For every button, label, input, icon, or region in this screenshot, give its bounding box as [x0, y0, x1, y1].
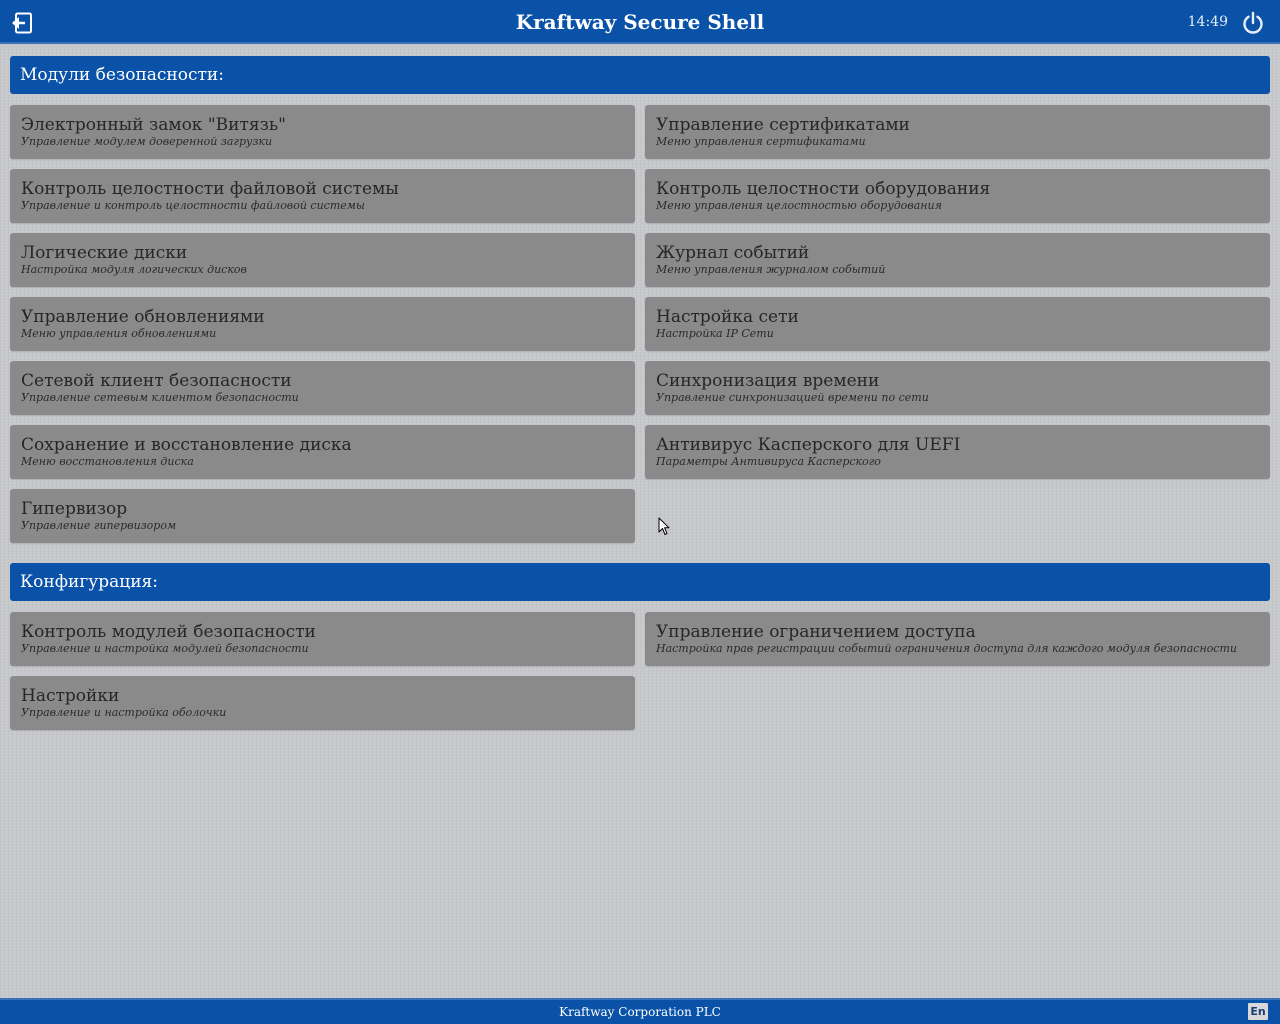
module-hypervisor[interactable]: Гипервизор Управление гипервизором: [10, 489, 635, 543]
tile-title: Сохранение и восстановление диска: [21, 435, 352, 455]
tile-title: Управление ограничением доступа: [656, 622, 976, 642]
module-vityaz-lock[interactable]: Электронный замок "Витязь" Управление мо…: [10, 105, 635, 159]
footer-bar: Kraftway Corporation PLC En: [0, 998, 1280, 1024]
tile-subtitle: Меню управления обновлениями: [21, 327, 217, 340]
tile-subtitle: Управление и настройка оболочки: [21, 706, 227, 719]
tile-subtitle: Управление модулем доверенной загрузки: [21, 135, 273, 148]
tile-subtitle: Меню управления сертификатами: [656, 135, 866, 148]
section-header-config: Конфигурация:: [10, 563, 1270, 601]
tile-subtitle: Управление и настройка модулей безопасно…: [21, 642, 309, 655]
tile-title: Сетевой клиент безопасности: [21, 371, 292, 391]
module-kaspersky-uefi[interactable]: Антивирус Касперского для UEFI Параметры…: [645, 425, 1270, 479]
language-switch-button[interactable]: En: [1248, 1003, 1268, 1020]
tile-title: Журнал событий: [656, 243, 810, 263]
module-certificates[interactable]: Управление сертификатами Меню управления…: [645, 105, 1270, 159]
tile-title: Антивирус Касперского для UEFI: [656, 435, 961, 455]
tile-title: Электронный замок "Витязь": [21, 115, 286, 135]
tile-title: Настройка сети: [656, 307, 799, 327]
power-icon[interactable]: [1241, 11, 1265, 35]
module-updates[interactable]: Управление обновлениями Меню управления …: [10, 297, 635, 351]
module-filesystem-integrity[interactable]: Контроль целостности файловой системы Уп…: [10, 169, 635, 223]
app-title: Kraftway Secure Shell: [515, 10, 765, 34]
module-event-log[interactable]: Журнал событий Меню управления журналом …: [645, 233, 1270, 287]
top-bar: Kraftway Secure Shell 14:49: [0, 0, 1280, 44]
module-network-security-client[interactable]: Сетевой клиент безопасности Управление с…: [10, 361, 635, 415]
tile-title: Настройки: [21, 686, 120, 706]
tile-title: Синхронизация времени: [656, 371, 880, 391]
tile-subtitle: Управление сетевым клиентом безопасности: [21, 391, 299, 404]
module-disk-backup-restore[interactable]: Сохранение и восстановление диска Меню в…: [10, 425, 635, 479]
company-name: Kraftway Corporation PLC: [559, 1005, 721, 1019]
tile-subtitle: Управление синхронизацией времени по сет…: [656, 391, 929, 404]
module-logical-disks[interactable]: Логические диски Настройка модуля логиче…: [10, 233, 635, 287]
tile-subtitle: Управление гипервизором: [21, 519, 177, 532]
tile-subtitle: Меню управления журналом событий: [656, 263, 886, 276]
tile-title: Управление обновлениями: [21, 307, 265, 327]
section-header-security: Модули безопасности:: [10, 56, 1270, 94]
module-network-settings[interactable]: Настройка сети Настройка IP Сети: [645, 297, 1270, 351]
tile-subtitle: Настройка прав регистрации событий огран…: [656, 642, 1237, 655]
config-security-modules-control[interactable]: Контроль модулей безопасности Управление…: [10, 612, 635, 666]
tile-subtitle: Параметры Антивируса Касперского: [656, 455, 881, 468]
tile-title: Контроль целостности оборудования: [656, 179, 991, 199]
tile-subtitle: Меню управления целостностью оборудовани…: [656, 199, 942, 212]
module-hardware-integrity[interactable]: Контроль целостности оборудования Меню у…: [645, 169, 1270, 223]
tile-subtitle: Настройка модуля логических дисков: [21, 263, 247, 276]
tile-title: Логические диски: [21, 243, 188, 263]
tile-title: Управление сертификатами: [656, 115, 910, 135]
clock: 14:49: [1187, 14, 1228, 30]
tile-subtitle: Настройка IP Сети: [656, 327, 774, 340]
module-time-sync[interactable]: Синхронизация времени Управление синхрон…: [645, 361, 1270, 415]
config-access-restriction[interactable]: Управление ограничением доступа Настройк…: [645, 612, 1270, 666]
tile-subtitle: Управление и контроль целостности файлов…: [21, 199, 365, 212]
tile-subtitle: Меню восстановления диска: [21, 455, 194, 468]
tile-title: Контроль целостности файловой системы: [21, 179, 399, 199]
config-settings[interactable]: Настройки Управление и настройка оболочк…: [10, 676, 635, 730]
tile-title: Гипервизор: [21, 499, 128, 519]
tile-title: Контроль модулей безопасности: [21, 622, 316, 642]
mouse-cursor-icon: [658, 517, 670, 536]
